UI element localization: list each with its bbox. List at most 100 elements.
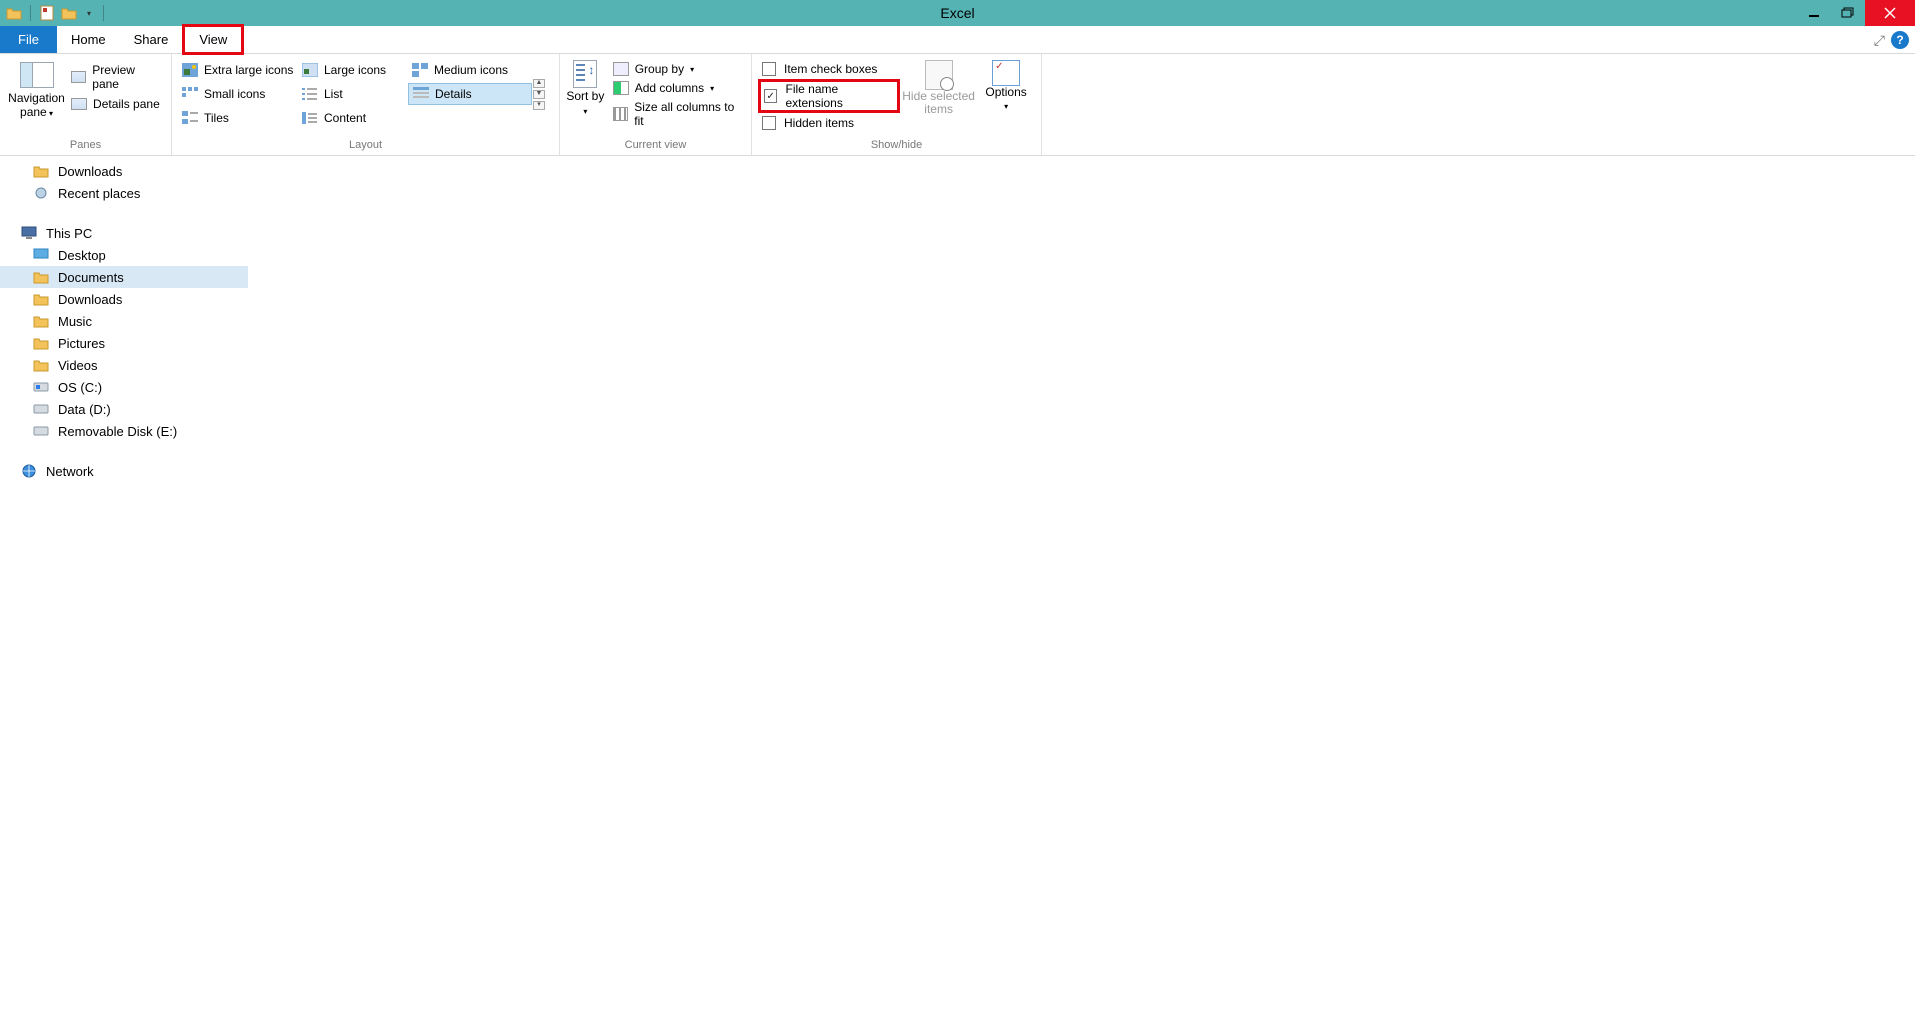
layout-small-icons[interactable]: Small icons — [178, 83, 298, 105]
navigation-pane-icon — [20, 62, 54, 88]
group-current-view: ↕ Sort by ▾ Group by ▾ Add columns ▾ Siz… — [560, 54, 752, 155]
content-icon — [302, 110, 318, 126]
nav-downloads-fav[interactable]: Downloads — [0, 160, 248, 182]
qat-separator-2 — [103, 5, 104, 21]
sort-by-button[interactable]: ↕ Sort by ▾ — [566, 58, 605, 118]
folder-icon[interactable] — [6, 5, 22, 21]
nav-recent-places[interactable]: Recent places — [0, 182, 248, 204]
folder-icon — [32, 163, 50, 179]
nav-desktop[interactable]: Desktop — [0, 244, 248, 266]
nav-pictures[interactable]: Pictures — [0, 332, 248, 354]
layout-gallery-more[interactable]: ▾ — [533, 101, 545, 110]
file-list-area[interactable] — [248, 156, 1915, 1018]
preview-pane-button[interactable]: Preview pane — [67, 62, 165, 92]
navigation-pane-button[interactable]: Navigation pane ▾ — [6, 58, 67, 121]
new-folder-icon[interactable] — [61, 5, 77, 21]
navigation-pane-label: Navigation pane — [8, 91, 65, 119]
title-bar: ▾ Excel — [0, 0, 1915, 26]
group-current-view-label: Current view — [560, 137, 751, 155]
details-pane-label: Details pane — [93, 97, 160, 111]
group-show-hide-label: Show/hide — [752, 137, 1041, 155]
nav-network[interactable]: Network — [0, 460, 248, 482]
properties-icon[interactable] — [39, 5, 55, 21]
window-title: Excel — [0, 5, 1915, 21]
nav-documents[interactable]: Documents — [0, 266, 248, 288]
layout-scroll-up[interactable]: ▲ — [533, 79, 545, 88]
size-columns-icon — [613, 107, 629, 121]
folder-icon — [32, 335, 50, 351]
layout-content[interactable]: Content — [298, 107, 408, 129]
quick-access-toolbar: ▾ — [0, 5, 106, 21]
minimize-ribbon-icon[interactable]: ⤢ — [1874, 32, 1885, 49]
preview-pane-label: Preview pane — [92, 63, 161, 91]
medium-icons-icon — [412, 62, 428, 78]
layout-scroll-down[interactable]: ▼ — [533, 90, 545, 99]
list-icon — [302, 86, 318, 102]
group-show-hide: Item check boxes File name extensions Hi… — [752, 54, 1042, 155]
group-panes-label: Panes — [0, 137, 171, 155]
qat-customize-dropdown[interactable]: ▾ — [83, 9, 95, 18]
layout-medium-icons[interactable]: Medium icons — [408, 59, 532, 81]
drive-icon — [32, 423, 50, 439]
group-by-icon — [613, 62, 629, 76]
add-columns-icon — [613, 81, 629, 95]
nav-removable-e[interactable]: Removable Disk (E:) — [0, 420, 248, 442]
details-pane-button[interactable]: Details pane — [67, 96, 165, 112]
checkbox-checked-icon — [764, 89, 777, 103]
nav-this-pc[interactable]: This PC — [0, 222, 248, 244]
drive-icon — [32, 379, 50, 395]
group-by-button[interactable]: Group by ▾ — [611, 61, 745, 77]
drive-icon — [32, 401, 50, 417]
details-icon — [413, 86, 429, 102]
extra-large-icons-icon — [182, 62, 198, 78]
size-all-columns-button[interactable]: Size all columns to fit — [611, 99, 745, 129]
recent-places-icon — [32, 185, 50, 201]
file-name-extensions-checkbox[interactable]: File name extensions — [758, 79, 900, 113]
large-icons-icon — [302, 62, 318, 78]
item-check-boxes-checkbox[interactable]: Item check boxes — [758, 61, 900, 77]
tiles-icon — [182, 110, 198, 126]
minimize-button[interactable] — [1797, 0, 1831, 26]
tab-view[interactable]: View — [182, 24, 244, 55]
ribbon: Navigation pane ▾ Preview pane Details p… — [0, 54, 1915, 156]
layout-list[interactable]: List — [298, 83, 408, 105]
preview-pane-icon — [71, 71, 86, 83]
folder-icon — [32, 291, 50, 307]
nav-os-c[interactable]: OS (C:) — [0, 376, 248, 398]
checkbox-icon — [762, 62, 776, 76]
tab-share[interactable]: Share — [120, 26, 183, 53]
options-icon — [992, 60, 1020, 86]
qat-separator — [30, 5, 31, 21]
restore-button[interactable] — [1831, 0, 1865, 26]
close-button[interactable] — [1865, 0, 1915, 26]
group-layout-label: Layout — [172, 137, 559, 155]
options-button[interactable]: Options▾ — [977, 58, 1035, 113]
layout-details[interactable]: Details — [408, 83, 532, 105]
nav-downloads[interactable]: Downloads — [0, 288, 248, 310]
desktop-icon — [32, 247, 50, 263]
group-panes: Navigation pane ▾ Preview pane Details p… — [0, 54, 172, 155]
details-pane-icon — [71, 98, 87, 110]
network-icon — [20, 463, 38, 479]
nav-music[interactable]: Music — [0, 310, 248, 332]
hide-selected-items-button[interactable]: Hide selected items — [900, 58, 977, 116]
hidden-items-checkbox[interactable]: Hidden items — [758, 115, 900, 131]
tab-file[interactable]: File — [0, 26, 57, 53]
navigation-pane: Downloads Recent places This PC Desktop … — [0, 156, 248, 1018]
layout-extra-large-icons[interactable]: Extra large icons — [178, 59, 298, 81]
checkbox-icon — [762, 116, 776, 130]
nav-data-d[interactable]: Data (D:) — [0, 398, 248, 420]
folder-icon — [32, 313, 50, 329]
group-layout: Extra large icons Large icons Medium ico… — [172, 54, 560, 155]
layout-tiles[interactable]: Tiles — [178, 107, 298, 129]
add-columns-button[interactable]: Add columns ▾ — [611, 80, 745, 96]
hide-selected-icon — [925, 60, 953, 90]
content-area: Downloads Recent places This PC Desktop … — [0, 156, 1915, 1018]
small-icons-icon — [182, 86, 198, 102]
ribbon-tabs: File Home Share View ⤢ ? — [0, 26, 1915, 54]
tab-home[interactable]: Home — [57, 26, 120, 53]
nav-videos[interactable]: Videos — [0, 354, 248, 376]
layout-large-icons[interactable]: Large icons — [298, 59, 408, 81]
help-button[interactable]: ? — [1891, 31, 1909, 49]
window-controls — [1797, 0, 1915, 26]
